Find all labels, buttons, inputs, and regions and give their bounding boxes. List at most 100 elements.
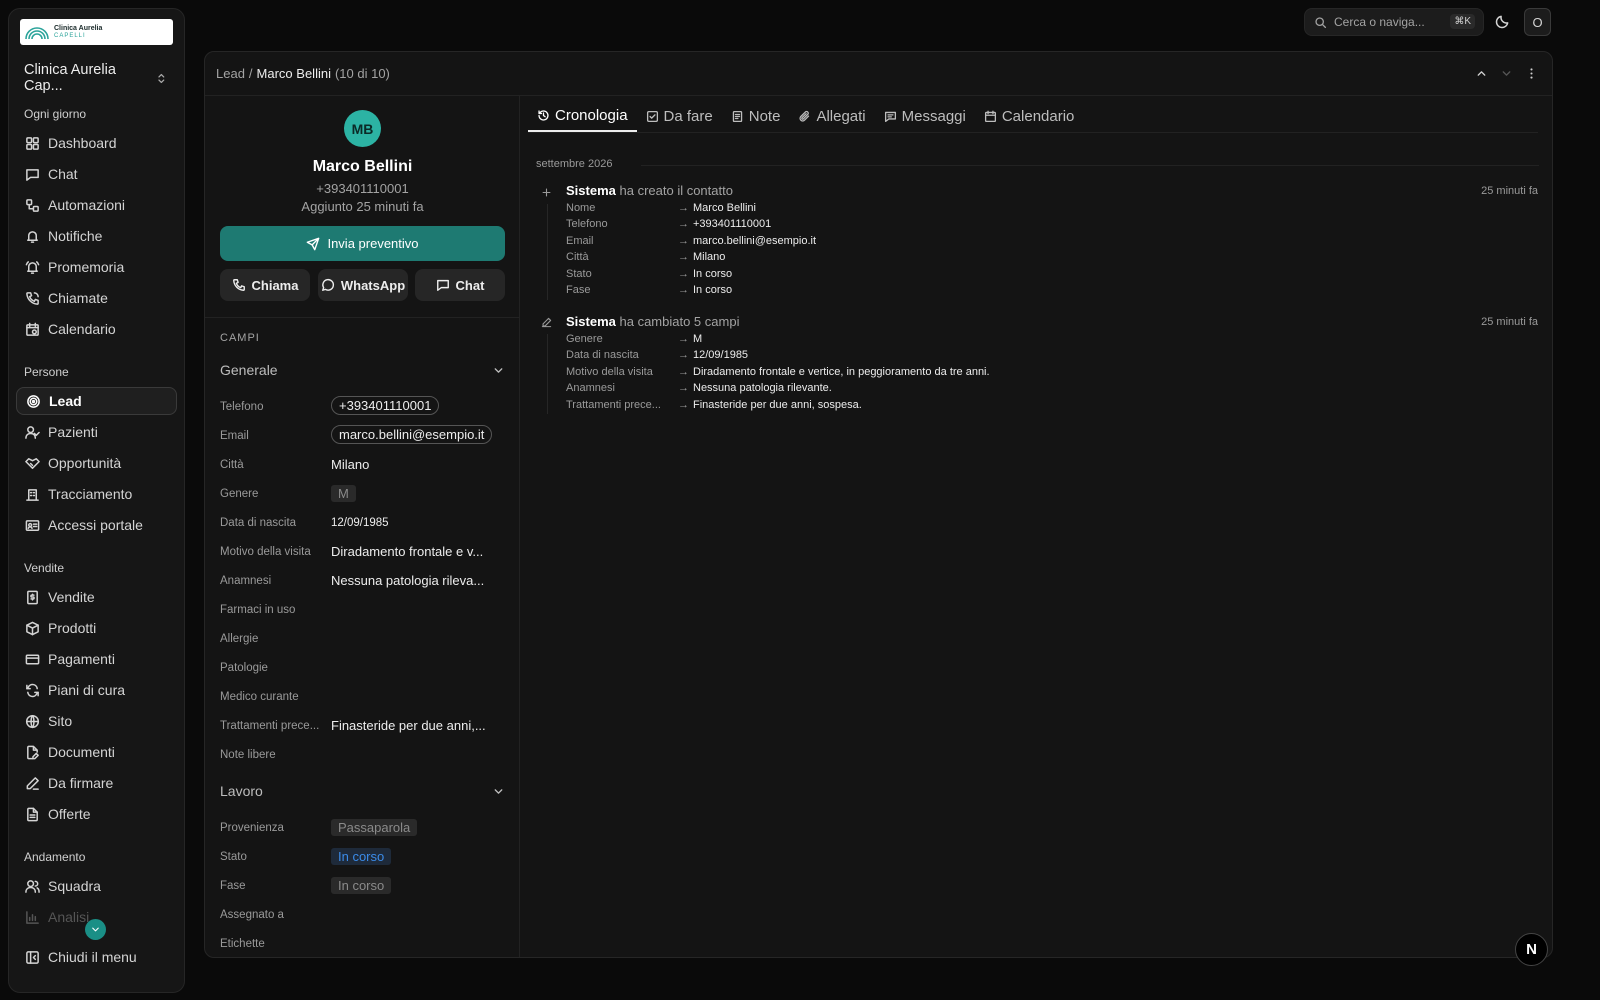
phone-icon <box>232 279 245 291</box>
field-label[interactable]: Etichette <box>220 938 265 950</box>
group-lavoro-header[interactable]: Lavoro <box>220 783 505 799</box>
theme-toggle-button[interactable] <box>1495 14 1510 29</box>
change-field: Trattamenti prece... <box>566 399 661 411</box>
field-phase-value[interactable]: In corso <box>331 877 392 894</box>
change-value: → marco.bellini@esempio.it <box>678 235 817 247</box>
event-actor: Sistema <box>566 183 616 198</box>
field-visit-reason-value[interactable]: Diradamento frontale e v... <box>331 544 483 559</box>
sidebar-item-tracciamento[interactable]: Tracciamento <box>16 480 177 508</box>
scroll-down-button[interactable] <box>85 919 106 940</box>
package-icon <box>26 621 39 635</box>
sidebar-item-chat[interactable]: Chat <box>16 160 177 188</box>
field-label[interactable]: Patologie <box>220 662 268 674</box>
sidebar-item-label: Opportunità <box>48 455 122 471</box>
credit-card-icon <box>25 654 40 664</box>
calendar-icon <box>984 110 996 122</box>
sidebar-item-dashboard[interactable]: Dashboard <box>16 129 177 157</box>
call-label: Chiama <box>251 277 299 293</box>
sidebar-item-opportunita[interactable]: Opportunità <box>16 449 177 477</box>
sidebar-item-accessi-portale[interactable]: Accessi portale <box>16 511 177 539</box>
sidebar-item-calendario[interactable]: Calendario <box>16 315 177 343</box>
group-generale-header[interactable]: Generale <box>220 362 505 378</box>
tab-label: Note <box>748 107 781 125</box>
call-button[interactable]: Chiama <box>220 269 310 301</box>
breadcrumb-root[interactable]: Lead <box>216 66 245 81</box>
receipt-dollar-icon <box>27 590 38 604</box>
dashboard-icon <box>26 136 39 150</box>
sidebar-item-label: Offerte <box>48 806 91 822</box>
field-label[interactable]: Medico curante <box>220 691 299 703</box>
edit-icon <box>541 317 552 328</box>
sidebar-item-promemoria[interactable]: Promemoria <box>16 253 177 281</box>
field-birthdate-value[interactable]: 12/09/1985 <box>331 517 389 529</box>
tab-label: Da fare <box>663 107 713 125</box>
change-value: → In corso <box>678 284 733 296</box>
clinic-logo[interactable]: Clinica Aurelia CAPELLI <box>20 19 173 45</box>
refresh-icon <box>26 683 39 697</box>
org-switcher[interactable]: Clinica Aurelia Cap... <box>24 62 168 94</box>
sidebar-item-label: Documenti <box>48 744 115 760</box>
sidebar-item-piani-di-cura[interactable]: Piani di cura <box>16 676 177 704</box>
change-field: Anamnesi <box>566 382 615 394</box>
field-city-value[interactable]: Milano <box>331 457 369 472</box>
breadcrumb-current: Marco Bellini <box>256 66 331 81</box>
building-icon <box>26 488 39 501</box>
sidebar-item-offerte[interactable]: Offerte <box>16 800 177 828</box>
chevron-down-icon <box>92 927 99 932</box>
close-menu-button[interactable]: Chiudi il menu <box>16 942 177 972</box>
user-avatar-button[interactable]: O <box>1524 8 1551 36</box>
sidebar-item-pazienti[interactable]: Pazienti <box>16 418 177 446</box>
sidebar-item-da-firmare[interactable]: Da firmare <box>16 769 177 797</box>
sidebar-item-notifiche[interactable]: Notifiche <box>16 222 177 250</box>
record-counter: (10 di 10) <box>334 66 390 81</box>
field-source-value[interactable]: Passaparola <box>331 819 418 836</box>
change-field: Email <box>566 235 594 247</box>
chevron-up-icon[interactable] <box>1475 67 1488 80</box>
sidebar-item-sito[interactable]: Sito <box>16 707 177 735</box>
field-phone-value[interactable]: +393401110001 <box>331 396 440 415</box>
moon-icon <box>1495 15 1509 29</box>
sidebar-item-automazioni[interactable]: Automazioni <box>16 191 177 219</box>
tab-calendario[interactable]: Calendario <box>975 100 1084 132</box>
chat-button[interactable]: Chat <box>415 269 505 301</box>
tab-allegati[interactable]: Allegati <box>789 100 874 132</box>
field-gender-value[interactable]: M <box>331 485 356 502</box>
tab-cronologia[interactable]: Cronologia <box>528 100 637 132</box>
contact-name: Marco Bellini <box>312 158 413 175</box>
field-label[interactable]: Farmaci in uso <box>220 604 295 616</box>
field-previous-treatments-value[interactable]: Finasteride per due anni,... <box>331 718 486 733</box>
chevron-down-icon[interactable] <box>1500 67 1513 80</box>
search-bar[interactable]: Cerca o naviga... ⌘K <box>1304 8 1484 36</box>
field-label[interactable]: Allergie <box>220 633 258 645</box>
sidebar-item-chiamate[interactable]: Chiamate <box>16 284 177 312</box>
tab-label: Allegati <box>816 107 866 125</box>
whatsapp-button[interactable]: WhatsApp <box>318 269 408 301</box>
record-nav <box>1475 67 1538 80</box>
sidebar-item-label: Accessi portale <box>48 517 143 533</box>
sidebar-item-documenti[interactable]: Documenti <box>16 738 177 766</box>
field-status-value[interactable]: In corso <box>331 848 392 865</box>
sidebar-item-pagamenti[interactable]: Pagamenti <box>16 645 177 673</box>
field-anamnesis-value[interactable]: Nessuna patologia rileva... <box>331 573 484 588</box>
dev-badge[interactable]: N <box>1515 933 1548 966</box>
check-square-icon <box>646 110 658 122</box>
sidebar-item-prodotti[interactable]: Prodotti <box>16 614 177 642</box>
change-value: → Nessuna patologia rilevante. <box>678 382 832 394</box>
sidebar-item-label: Notifiche <box>48 228 103 244</box>
sidebar-item-vendite[interactable]: Vendite <box>16 583 177 611</box>
sidebar-item-squadra[interactable]: Squadra <box>16 872 177 900</box>
bell-ring-icon <box>25 260 40 274</box>
field-email-value[interactable]: marco.bellini@esempio.it <box>331 425 493 444</box>
more-vertical-icon[interactable] <box>1525 67 1538 80</box>
tab-da-fare[interactable]: Da fare <box>637 100 722 132</box>
send-quote-button[interactable]: Invia preventivo <box>220 226 505 261</box>
sidebar-item-label: Chat <box>48 166 78 182</box>
tab-note[interactable]: Note <box>722 100 790 132</box>
field-label[interactable]: Assegnato a <box>220 909 284 921</box>
target-icon <box>27 394 40 408</box>
tab-messaggi[interactable]: Messaggi <box>875 100 975 132</box>
sidebar-item-lead[interactable]: Lead <box>16 387 177 415</box>
event-actor: Sistema <box>566 314 616 329</box>
tabs-divider <box>528 132 1538 133</box>
field-label[interactable]: Note libere <box>220 749 276 761</box>
